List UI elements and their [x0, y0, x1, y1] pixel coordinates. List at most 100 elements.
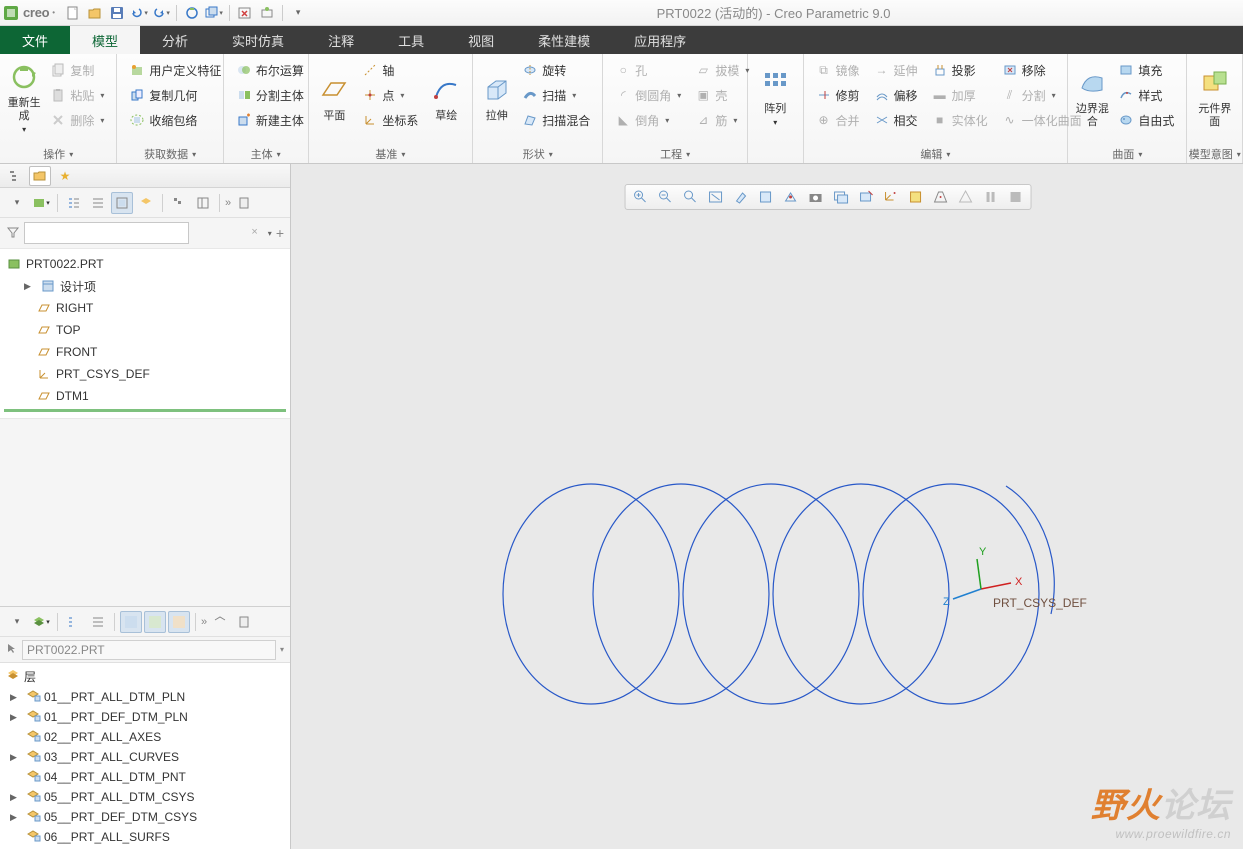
clear-filter-icon[interactable]: × — [251, 226, 257, 238]
layer-item[interactable]: ▶01__PRT_ALL_DTM_PLN — [0, 687, 290, 707]
tab-analysis[interactable]: 分析 — [140, 26, 210, 54]
model-tree-icon[interactable]: ▾ — [30, 192, 52, 214]
windows-icon[interactable]: ▾ — [204, 3, 224, 23]
insert-indicator[interactable] — [4, 409, 286, 412]
tab-simulation[interactable]: 实时仿真 — [210, 26, 306, 54]
layers-root[interactable]: 层 — [0, 665, 290, 687]
settings-icon[interactable] — [257, 3, 277, 23]
layers-settings-icon[interactable] — [209, 611, 231, 633]
filter-dropdown[interactable]: ▾ — [268, 229, 272, 238]
extrude-button[interactable]: 拉伸 — [479, 58, 514, 138]
tree-design-items[interactable]: ▶ 设计项 — [0, 275, 290, 297]
tree-item[interactable]: DTM1 — [0, 385, 290, 407]
group-body-title[interactable]: 主体 — [224, 145, 308, 163]
intersect-button[interactable]: 相交 — [868, 108, 924, 132]
freestyle-button[interactable]: 自由式 — [1112, 108, 1180, 132]
pattern-button[interactable]: 阵列▾ — [754, 58, 797, 138]
regen-icon[interactable] — [182, 3, 202, 23]
csys-button[interactable]: 坐标系 — [356, 108, 424, 132]
layers-show1-icon[interactable] — [120, 611, 142, 633]
layers-model-icon[interactable]: ▾ — [30, 611, 52, 633]
save-icon[interactable] — [107, 3, 127, 23]
tab-view[interactable]: 视图 — [446, 26, 516, 54]
layers-collapse-icon[interactable] — [87, 611, 109, 633]
filter-icon[interactable] — [6, 225, 20, 242]
regenerate-button[interactable]: 重新生成▾ — [6, 58, 42, 138]
project-button[interactable]: 投影 — [926, 58, 994, 82]
layers-clipboard-icon[interactable] — [233, 611, 255, 633]
layer-item[interactable]: 04__PRT_ALL_DTM_PNT — [0, 767, 290, 787]
layer-item[interactable]: ▶05__PRT_DEF_DTM_CSYS — [0, 807, 290, 827]
group-surface-title[interactable]: 曲面 — [1068, 145, 1186, 163]
group-edit-title[interactable]: 编辑 — [804, 145, 1068, 163]
boolean-button[interactable]: 布尔运算 — [230, 58, 310, 82]
plane-button[interactable]: 平面 — [315, 58, 355, 138]
axis-button[interactable]: 轴 — [356, 58, 424, 82]
tree-clipboard-icon[interactable] — [233, 192, 255, 214]
tree-columns-icon[interactable] — [192, 192, 214, 214]
tab-flexible[interactable]: 柔性建模 — [516, 26, 612, 54]
undo-icon[interactable]: ▾ — [129, 3, 149, 23]
component-interface-button[interactable]: 元件界面 — [1193, 58, 1236, 138]
sweep-blend-button[interactable]: 扫描混合 — [516, 108, 596, 132]
tree-item[interactable]: FRONT — [0, 341, 290, 363]
group-engineering-title[interactable]: 工程 — [603, 145, 747, 163]
group-shape-title[interactable]: 形状 — [473, 145, 602, 163]
open-file-icon[interactable] — [85, 3, 105, 23]
tree-root[interactable]: PRT0022.PRT — [0, 253, 290, 275]
tab-applications[interactable]: 应用程序 — [612, 26, 708, 54]
tab-file[interactable]: 文件 — [0, 26, 70, 54]
close-window-icon[interactable] — [235, 3, 255, 23]
shrinkwrap-button[interactable]: 收缩包络 — [123, 108, 227, 132]
copy-geom-button[interactable]: 复制几何 — [123, 83, 227, 107]
group-operations-title[interactable]: 操作 — [0, 145, 116, 163]
boundary-blend-button[interactable]: 边界混合 — [1074, 58, 1110, 138]
split-body-button[interactable]: 分割主体 — [230, 83, 310, 107]
filter-dropdown-icon[interactable]: ▾ — [6, 192, 28, 214]
group-intent-title[interactable]: 模型意图 — [1187, 145, 1242, 163]
tree-filter-input[interactable] — [24, 222, 189, 244]
tree-item[interactable]: TOP — [0, 319, 290, 341]
tree-filter-row: × ▾ + — [0, 218, 290, 248]
layers-expand-icon[interactable] — [63, 611, 85, 633]
layer-item[interactable]: 02__PRT_ALL_AXES — [0, 727, 290, 747]
sketch-button[interactable]: 草绘 — [426, 58, 466, 138]
graphics-area[interactable]: X Y Z PRT_CSYS_DEF 野火论坛 www.proewildfire… — [291, 164, 1243, 849]
tree-item[interactable]: RIGHT — [0, 297, 290, 319]
group-datum-title[interactable]: 基准 — [309, 145, 473, 163]
tab-tools[interactable]: 工具 — [376, 26, 446, 54]
new-file-icon[interactable] — [63, 3, 83, 23]
layer-item[interactable]: 06__PRT_ALL_SURFS — [0, 827, 290, 847]
collapse-icon[interactable] — [87, 192, 109, 214]
layer-item[interactable]: ▶05__PRT_ALL_DTM_CSYS — [0, 787, 290, 807]
sweep-button[interactable]: 扫描 — [516, 83, 596, 107]
tree-tab-icon[interactable] — [4, 166, 26, 186]
group-getdata-title[interactable]: 获取数据 — [117, 145, 222, 163]
trim-button[interactable]: 修剪 — [810, 83, 866, 107]
expand-icon[interactable] — [63, 192, 85, 214]
folder-tab-icon[interactable] — [29, 166, 51, 186]
udf-button[interactable]: 用户定义特征 — [123, 58, 227, 82]
layers-icon[interactable] — [135, 192, 157, 214]
layer-item[interactable]: ▶03__PRT_ALL_CURVES — [0, 747, 290, 767]
tab-model[interactable]: 模型 — [70, 26, 140, 54]
show-icon[interactable] — [111, 192, 133, 214]
favorites-tab-icon[interactable]: ★ — [54, 166, 76, 186]
revolve-button[interactable]: 旋转 — [516, 58, 596, 82]
layers-show3-icon[interactable] — [168, 611, 190, 633]
tab-annotation[interactable]: 注释 — [306, 26, 376, 54]
new-body-button[interactable]: 新建主体 — [230, 108, 310, 132]
redo-icon[interactable]: ▾ — [151, 3, 171, 23]
layers-filter-icon[interactable]: ▾ — [6, 611, 28, 633]
offset-button[interactable]: 偏移 — [868, 83, 924, 107]
style-button[interactable]: 样式 — [1112, 83, 1180, 107]
add-filter-icon[interactable]: + — [276, 225, 284, 241]
layer-item[interactable]: ▶01__PRT_DEF_DTM_PLN — [0, 707, 290, 727]
qat-overflow-icon[interactable]: ▾ — [288, 3, 308, 23]
tree-item[interactable]: PRT_CSYS_DEF — [0, 363, 290, 385]
point-button[interactable]: 点 — [356, 83, 424, 107]
fill-button[interactable]: 填充 — [1112, 58, 1180, 82]
layers-model-dropdown[interactable]: ▾ — [280, 645, 284, 654]
tree-settings-icon[interactable] — [168, 192, 190, 214]
layers-show2-icon[interactable] — [144, 611, 166, 633]
